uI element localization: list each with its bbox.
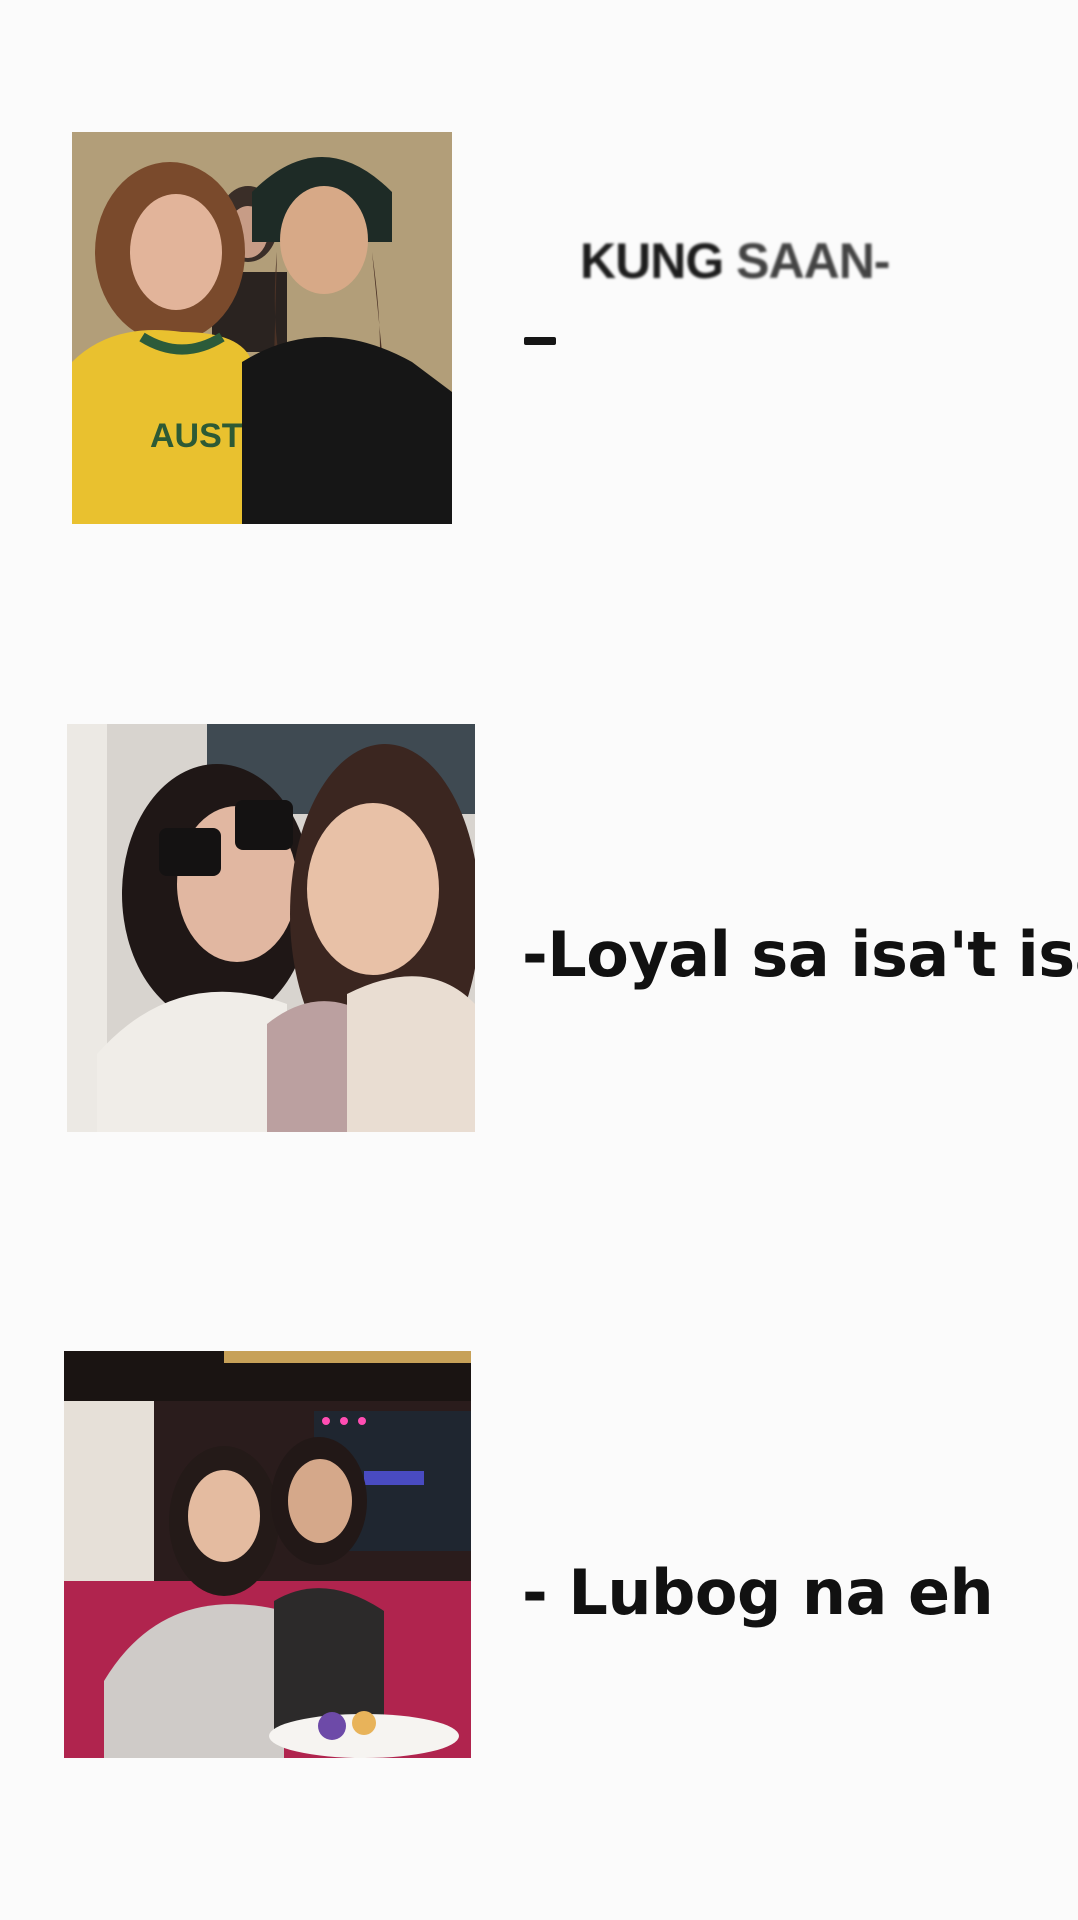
photo-2 bbox=[67, 724, 475, 1132]
row1-dash bbox=[524, 337, 556, 345]
photo-3 bbox=[64, 1351, 471, 1758]
photo-1: AUSTRALI bbox=[72, 132, 452, 524]
header-word-kung: KUNG bbox=[580, 233, 724, 289]
header-word-saan: SAAN- bbox=[736, 233, 890, 289]
row2-caption: -Loyal sa isa't isa bbox=[522, 918, 1078, 991]
header-title: KUNG SAAN- bbox=[580, 232, 890, 290]
row3-caption: - Lubog na eh bbox=[522, 1556, 994, 1629]
